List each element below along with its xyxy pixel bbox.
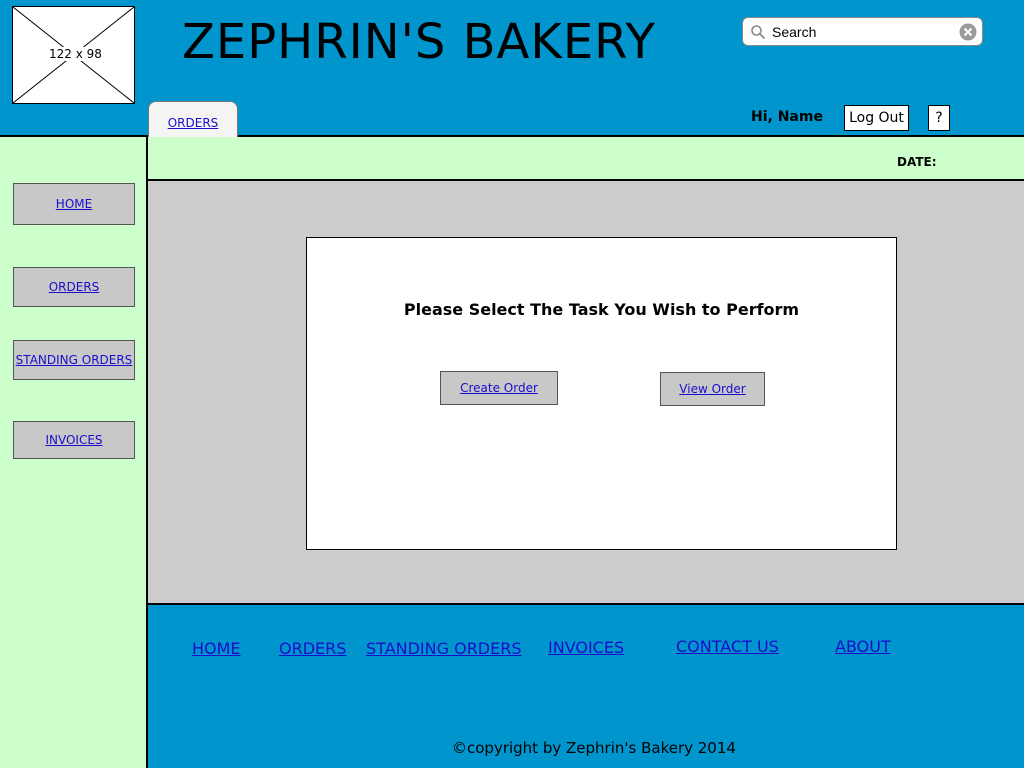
sidebar-item-orders[interactable]: ORDERS — [13, 267, 135, 307]
tab-orders-link[interactable]: ORDERS — [168, 116, 219, 130]
date-label: DATE: — [897, 155, 937, 169]
sidebar-item-home[interactable]: HOME — [13, 183, 135, 225]
search-box[interactable] — [742, 17, 983, 46]
copyright-text: ©copyright by Zephrin's Bakery 2014 — [452, 739, 736, 757]
sidebar-item-invoices[interactable]: INVOICES — [13, 421, 135, 459]
footer: HOME ORDERS STANDING ORDERS INVOICES CON… — [148, 605, 1024, 768]
date-bar: DATE: — [148, 137, 1024, 181]
sidebar-item-label[interactable]: STANDING ORDERS — [16, 353, 133, 367]
sidebar: HOME ORDERS STANDING ORDERS INVOICES — [0, 137, 148, 768]
sidebar-item-standing-orders[interactable]: STANDING ORDERS — [13, 340, 135, 380]
create-order-button[interactable]: Create Order — [440, 371, 558, 405]
footer-link-about[interactable]: ABOUT — [835, 637, 891, 656]
footer-link-contact-us[interactable]: CONTACT US — [676, 637, 779, 656]
create-order-link[interactable]: Create Order — [460, 381, 538, 395]
sidebar-item-label[interactable]: INVOICES — [45, 433, 102, 447]
logout-button[interactable]: Log Out — [844, 105, 909, 131]
tab-orders[interactable]: ORDERS — [148, 101, 238, 137]
clear-search-icon[interactable] — [959, 23, 977, 41]
logo-size-label: 122 x 98 — [47, 47, 104, 61]
footer-link-orders[interactable]: ORDERS — [279, 639, 346, 658]
sidebar-item-label[interactable]: ORDERS — [49, 280, 100, 294]
search-icon — [751, 25, 766, 40]
help-button[interactable]: ? — [928, 105, 950, 131]
sidebar-item-label[interactable]: HOME — [56, 197, 92, 211]
header: 122 x 98 ZEPHRIN'S BAKERY ORDERS Hi, Nam… — [0, 0, 1024, 137]
main-content: Please Select The Task You Wish to Perfo… — [148, 181, 1024, 605]
view-order-button[interactable]: View Order — [660, 372, 765, 406]
search-input[interactable] — [772, 22, 952, 42]
footer-link-home[interactable]: HOME — [192, 639, 241, 658]
view-order-link[interactable]: View Order — [679, 382, 745, 396]
footer-link-invoices[interactable]: INVOICES — [548, 638, 624, 657]
user-greeting: Hi, Name — [751, 109, 823, 125]
task-prompt: Please Select The Task You Wish to Perfo… — [403, 300, 800, 319]
logo-placeholder: 122 x 98 — [12, 6, 135, 104]
site-title: ZEPHRIN'S BAKERY — [182, 14, 656, 70]
footer-link-standing-orders[interactable]: STANDING ORDERS — [366, 639, 522, 658]
task-panel: Please Select The Task You Wish to Perfo… — [306, 237, 897, 550]
